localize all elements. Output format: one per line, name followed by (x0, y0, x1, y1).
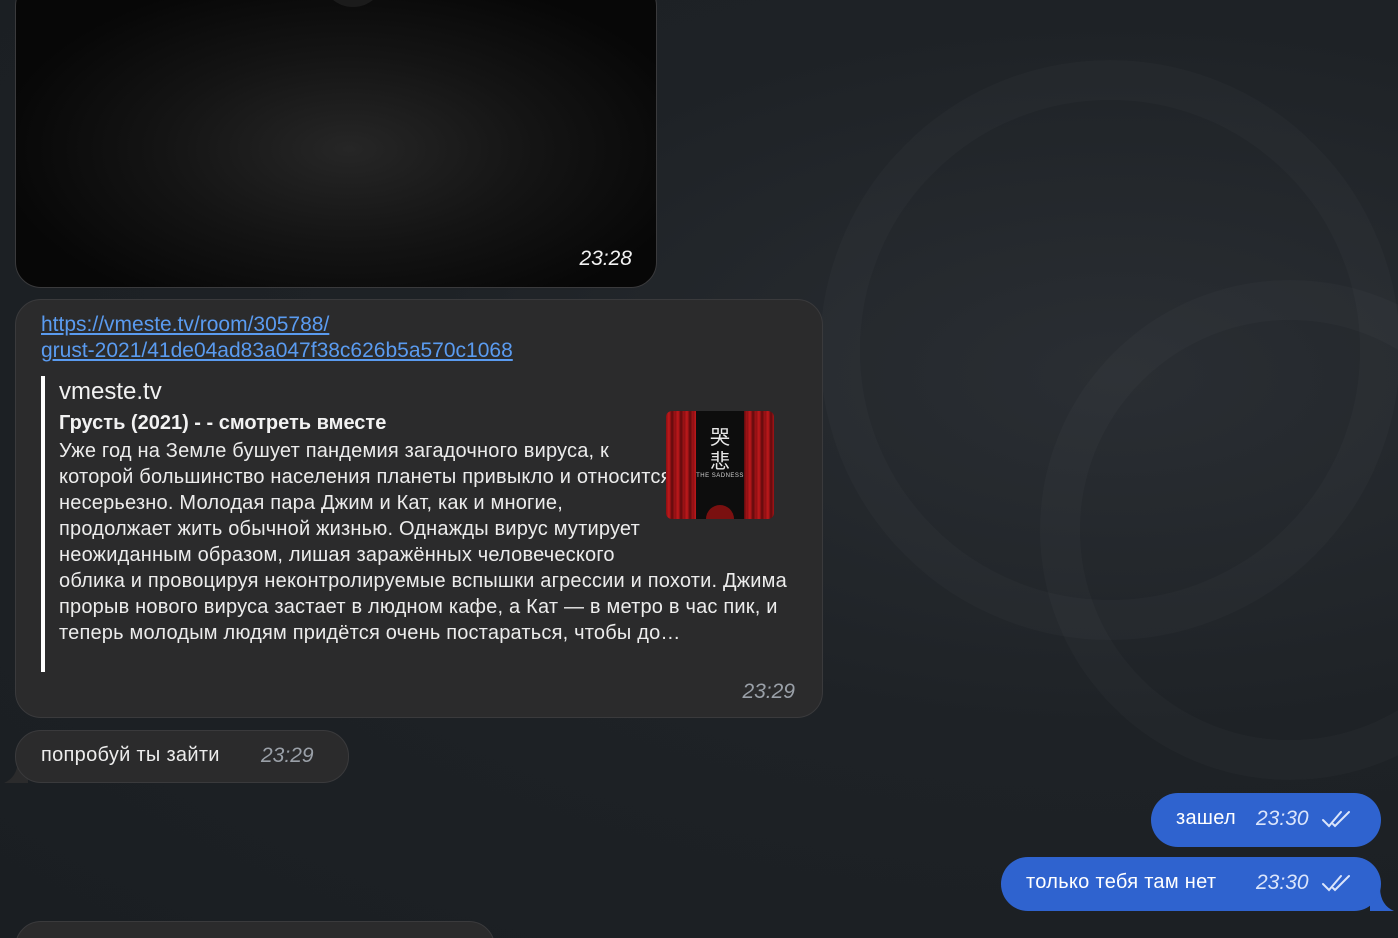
incoming-message[interactable]: попробуй ты зайти 23:29 (15, 730, 349, 783)
link-url-line[interactable]: https://vmeste.tv/room/305788/ (41, 313, 329, 336)
double-check-icon (1322, 875, 1350, 892)
message-time: 23:29 (742, 680, 795, 703)
preview-title: Грусть (2021) - - смотреть вместе (59, 412, 387, 434)
preview-site-name: vmeste.tv (59, 378, 162, 405)
poster-caption: THE SADNESS (696, 473, 744, 479)
message-time: 23:28 (579, 247, 632, 270)
message-text: попробуй ты зайти (41, 744, 220, 766)
message-text: зашел (1176, 807, 1236, 829)
message-text: только тебя там нет (1026, 871, 1217, 893)
incoming-message[interactable] (15, 921, 495, 938)
chat-history: 23:28 https://vmeste.tv/room/305788/ gru… (0, 0, 1398, 938)
outgoing-message[interactable]: зашел 23:30 (1151, 793, 1381, 847)
preview-thumbnail[interactable]: 哭 悲 THE SADNESS (666, 411, 774, 519)
play-button[interactable] (321, 0, 385, 7)
message-time: 23:30 (1256, 807, 1309, 830)
double-check-icon (1322, 811, 1350, 828)
video-message[interactable]: 23:28 (15, 0, 657, 288)
outgoing-message[interactable]: только тебя там нет 23:30 (1001, 857, 1381, 911)
poster-glyph: 悲 (710, 449, 730, 473)
message-link[interactable]: https://vmeste.tv/room/305788/ grust-202… (41, 312, 641, 364)
link-message[interactable]: https://vmeste.tv/room/305788/ grust-202… (15, 299, 823, 718)
message-time: 23:30 (1256, 871, 1309, 894)
message-time: 23:29 (261, 744, 314, 767)
link-preview[interactable]: vmeste.tv Грусть (2021) - - смотреть вме… (41, 376, 805, 672)
link-url-line[interactable]: grust-2021/41de04ad83a047f38c626b5a570c1… (41, 339, 513, 362)
